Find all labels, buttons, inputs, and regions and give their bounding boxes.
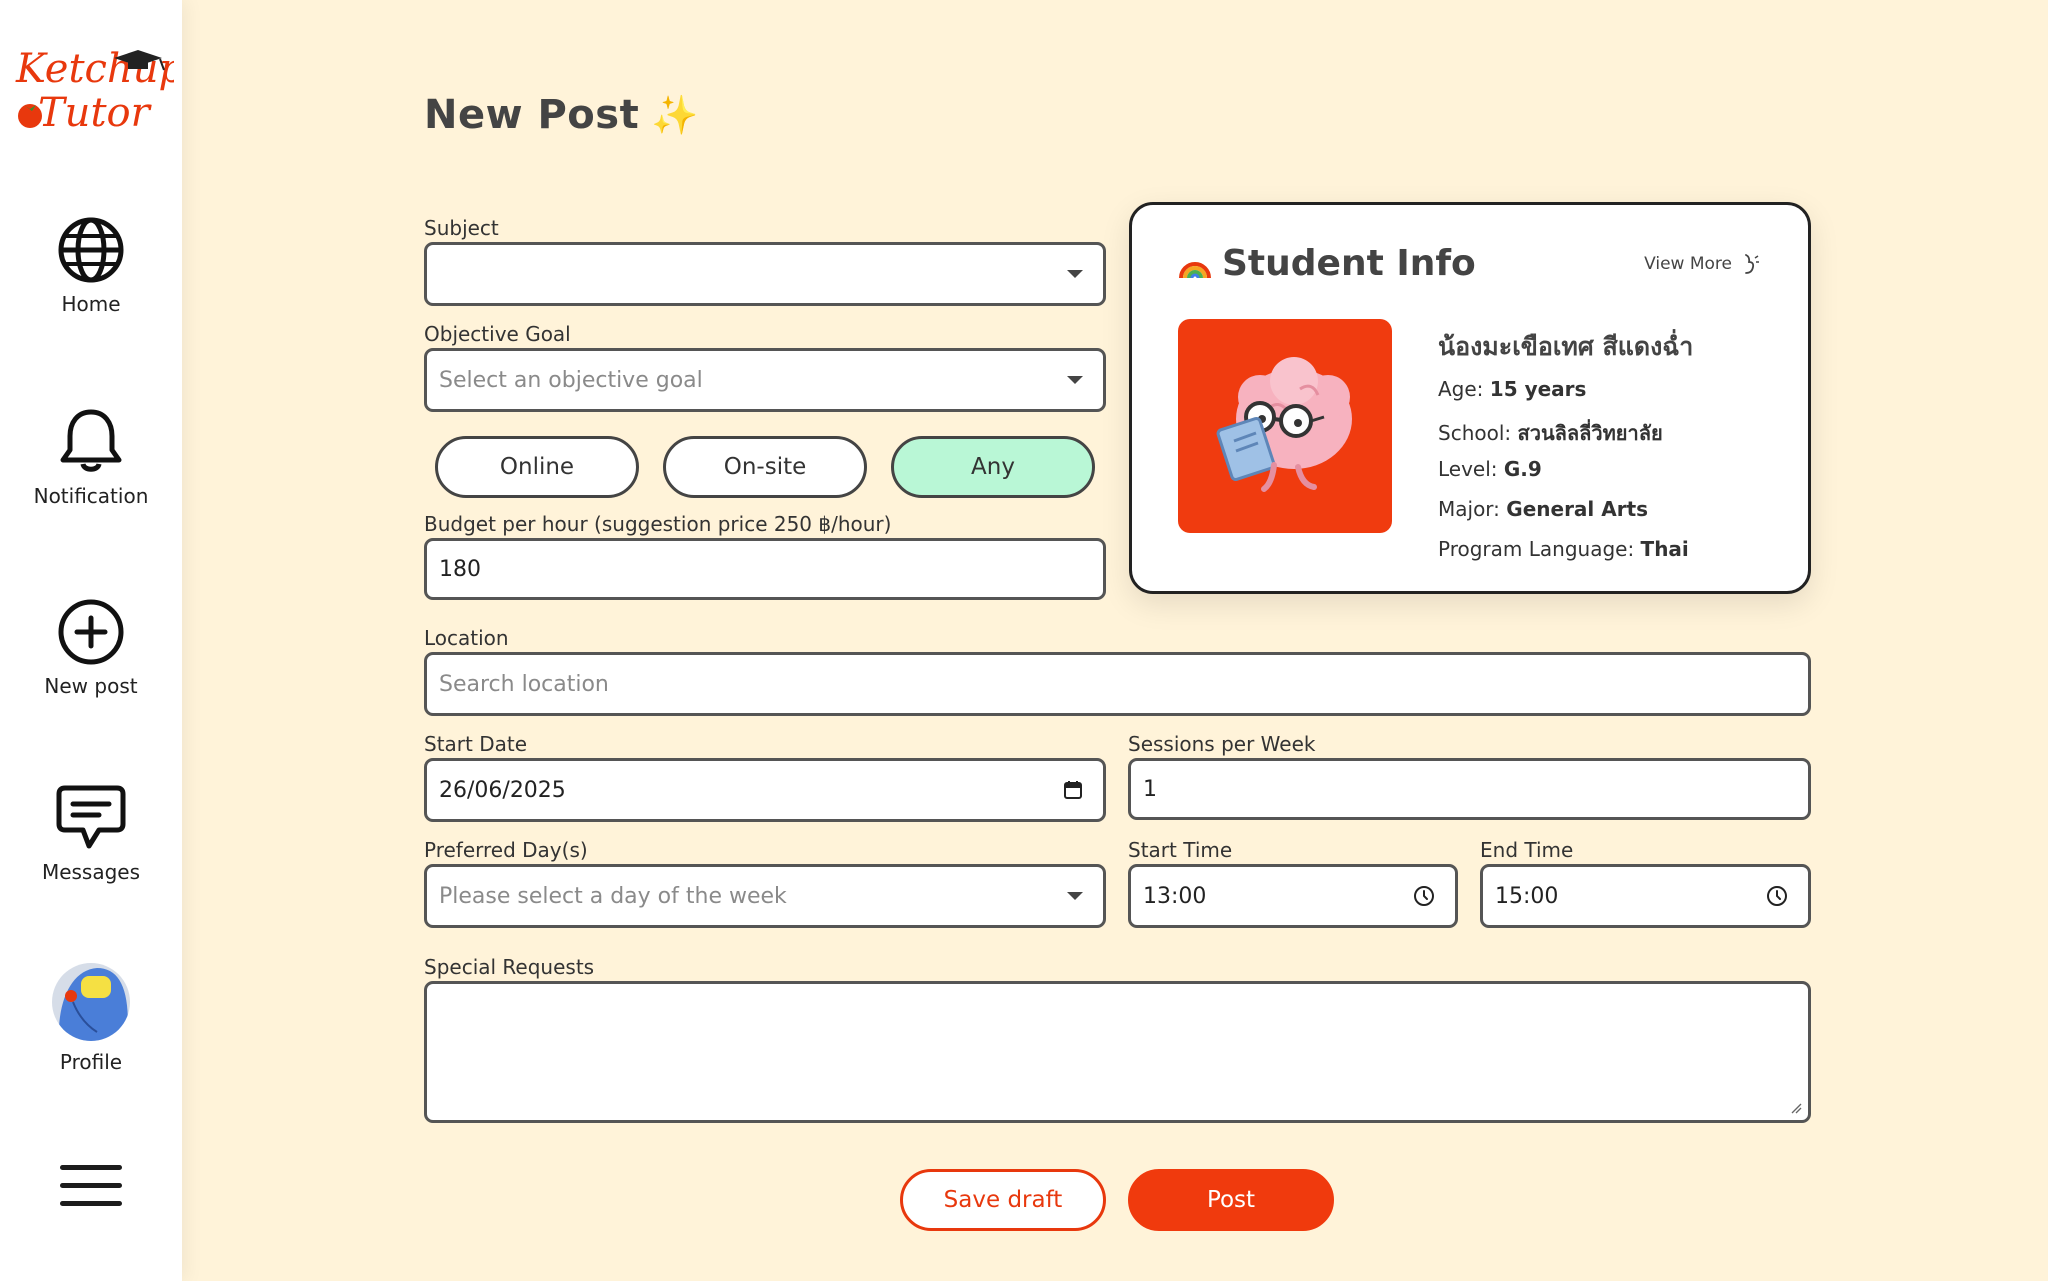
- chevron-down-icon: [1067, 376, 1083, 384]
- age-key: Age:: [1438, 377, 1484, 401]
- nav-notification-label: Notification: [33, 484, 149, 508]
- end-time-value: 15:00: [1495, 883, 1559, 909]
- student-avatar: [1178, 319, 1392, 533]
- post-button[interactable]: Post: [1128, 1169, 1334, 1231]
- chat-icon: [56, 785, 126, 849]
- start-date-label: Start Date: [424, 732, 528, 756]
- sessions-value: 1: [1143, 776, 1157, 802]
- student-major-row: Major: General Arts: [1438, 497, 1648, 521]
- language-key: Program Language:: [1438, 537, 1635, 561]
- level-key: Level:: [1438, 457, 1498, 481]
- major-key: Major:: [1438, 497, 1500, 521]
- chevron-down-icon: [1067, 270, 1083, 278]
- avatar: [52, 963, 130, 1041]
- budget-value: 180: [439, 556, 481, 582]
- student-info-title-text: Student Info: [1222, 243, 1476, 284]
- start-time-input[interactable]: 13:00: [1128, 864, 1458, 928]
- objective-placeholder: Select an objective goal: [439, 367, 703, 393]
- page-title-text: New Post: [424, 92, 640, 138]
- mode-onsite-button[interactable]: On-site: [663, 436, 867, 498]
- location-placeholder: Search location: [439, 671, 609, 697]
- clock-icon[interactable]: [1766, 885, 1788, 907]
- chevron-down-icon: [1067, 892, 1083, 900]
- clock-icon[interactable]: [1413, 885, 1435, 907]
- view-more-link[interactable]: View More: [1644, 253, 1760, 275]
- end-time-label: End Time: [1480, 838, 1574, 862]
- view-more-label: View More: [1644, 254, 1732, 274]
- student-school-row: School: สวนลิลลี่วิทยาลัย: [1438, 417, 1663, 449]
- end-time-input[interactable]: 15:00: [1480, 864, 1811, 928]
- student-age-row: Age: 15 years: [1438, 377, 1586, 401]
- ketchup-tutor-logo: Ketchup Tutor: [15, 46, 184, 136]
- school-key: School:: [1438, 421, 1512, 445]
- mode-any-button[interactable]: Any: [891, 436, 1095, 498]
- resize-handle-icon[interactable]: [1790, 1102, 1802, 1114]
- preferred-days-placeholder: Please select a day of the week: [439, 883, 787, 909]
- pointer-hand-icon: [1745, 254, 1759, 274]
- svg-text:Tutor: Tutor: [38, 90, 153, 136]
- brain-mascot-icon: [1216, 357, 1352, 492]
- subject-label: Subject: [424, 216, 499, 240]
- page-title: New Post ✨: [424, 92, 699, 138]
- special-requests-textarea[interactable]: [424, 981, 1811, 1123]
- start-time-value: 13:00: [1143, 883, 1207, 909]
- start-date-input[interactable]: 26/06/2025: [424, 758, 1106, 822]
- budget-input[interactable]: 180: [424, 538, 1106, 600]
- student-name: น้องมะเขือเทศ สีแดงฉ่ำ: [1438, 332, 1694, 361]
- start-time-label: Start Time: [1128, 838, 1233, 862]
- student-language-row: Program Language: Thai: [1438, 537, 1689, 561]
- brand-logo[interactable]: Ketchup Tutor: [14, 34, 184, 144]
- preferred-days-label: Preferred Day(s): [424, 838, 588, 862]
- subject-select[interactable]: [424, 242, 1106, 306]
- nav-notification[interactable]: Notification: [0, 406, 182, 508]
- objective-label: Objective Goal: [424, 322, 571, 346]
- nav-messages-label: Messages: [41, 860, 141, 884]
- save-draft-button[interactable]: Save draft: [900, 1169, 1106, 1231]
- plus-circle-icon: [58, 599, 124, 665]
- objective-select[interactable]: Select an objective goal: [424, 348, 1106, 412]
- location-input[interactable]: Search location: [424, 652, 1811, 716]
- mode-online-button[interactable]: Online: [435, 436, 639, 498]
- preferred-days-select[interactable]: Please select a day of the week: [424, 864, 1106, 928]
- nav-new-post-label: New post: [44, 674, 138, 698]
- student-info-title: Student Info: [1178, 243, 1476, 284]
- nav-messages[interactable]: Messages: [0, 784, 182, 884]
- nav-home-label: Home: [61, 292, 121, 316]
- school-value: สวนลิลลี่วิทยาลัย: [1517, 421, 1663, 445]
- age-value: 15 years: [1489, 377, 1587, 401]
- nav-new-post[interactable]: New post: [0, 598, 182, 698]
- star-icon: ✨: [651, 93, 700, 137]
- start-date-value: 26/06/2025: [439, 777, 566, 803]
- major-value: General Arts: [1506, 497, 1649, 521]
- tomato-icon: [18, 104, 42, 128]
- sessions-label: Sessions per Week: [1128, 732, 1316, 756]
- location-label: Location: [424, 626, 509, 650]
- menu-icon[interactable]: [60, 1165, 122, 1209]
- globe-icon: [58, 217, 124, 283]
- bell-icon: [60, 409, 122, 472]
- level-value: G.9: [1503, 457, 1542, 481]
- special-requests-label: Special Requests: [424, 955, 595, 979]
- calendar-icon[interactable]: [1063, 780, 1083, 800]
- sidebar: Ketchup Tutor Home Notification New post…: [0, 0, 184, 1281]
- student-info-card: Student Info View More น้องมะเขือเทศ สีแ…: [1129, 202, 1811, 594]
- student-level-row: Level: G.9: [1438, 457, 1542, 481]
- nav-profile-label: Profile: [59, 1050, 123, 1074]
- budget-label: Budget per hour (suggestion price 250 ฿/…: [424, 512, 892, 536]
- rainbow-icon: [1179, 261, 1211, 278]
- sessions-input[interactable]: 1: [1128, 758, 1811, 820]
- nav-home[interactable]: Home: [0, 216, 182, 316]
- nav-profile[interactable]: Profile: [0, 962, 182, 1074]
- svg-text:Ketchup: Ketchup: [15, 46, 174, 92]
- language-value: Thai: [1640, 537, 1689, 561]
